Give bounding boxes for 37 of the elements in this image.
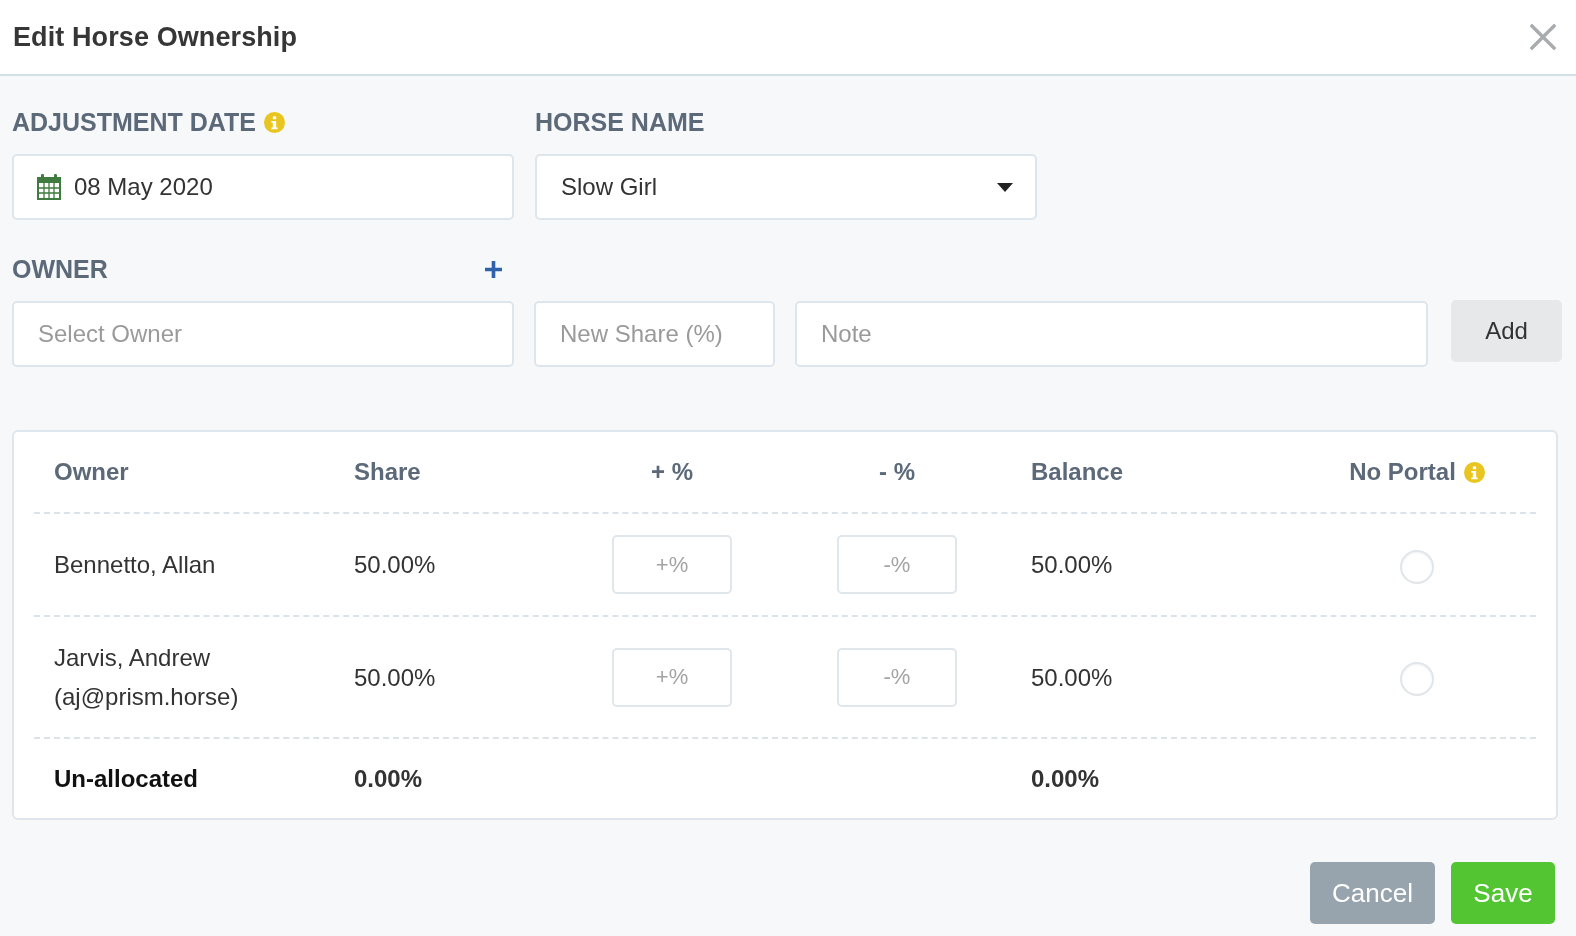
close-icon	[1530, 24, 1556, 50]
column-header: No Portal	[1349, 458, 1456, 486]
field-label: OWNER	[12, 254, 108, 284]
close-button[interactable]	[1530, 24, 1556, 50]
total-label: Un-allocated	[54, 764, 199, 794]
plus-icon	[485, 260, 502, 278]
decrease-input[interactable]: -%	[837, 647, 957, 707]
field-label: ADJUSTMENT DATE	[12, 107, 256, 137]
horse-name-select[interactable]: Slow Girl	[535, 154, 1037, 220]
column-header: Share	[354, 458, 421, 486]
share-input[interactable]: New Share (%)	[534, 301, 775, 367]
increase-input[interactable]: +%	[612, 647, 732, 707]
radio-button[interactable]	[1400, 549, 1434, 584]
share-value: 50.00%	[354, 550, 436, 580]
decrease-input[interactable]: -%	[837, 535, 957, 594]
total-share: 0.00%	[354, 764, 423, 794]
note-input[interactable]: Note	[795, 301, 1428, 367]
column-header: Balance	[1031, 458, 1124, 486]
column-header: - %	[879, 458, 915, 486]
radio-button[interactable]	[1400, 662, 1434, 696]
date-field[interactable]: 08 May 2020	[12, 154, 514, 220]
column-header: Owner	[54, 458, 129, 486]
balance-value: 50.00%	[1031, 662, 1113, 693]
add-button[interactable]: Add	[1451, 300, 1562, 362]
calendar-icon	[36, 173, 62, 201]
caret-icon	[997, 182, 1013, 192]
owner-select-field[interactable]: Select Owner	[12, 301, 514, 367]
increase-input[interactable]: +%	[612, 535, 732, 594]
share-value: 50.00%	[354, 662, 436, 693]
balance-value: 50.00%	[1031, 550, 1113, 580]
dialog-title: Edit Horse Ownership	[13, 21, 298, 53]
field-label: HORSE NAME	[535, 107, 705, 137]
total-balance: 0.00%	[1031, 764, 1100, 794]
owner-name: Jarvis, Andrew (aj@prism.horse)	[54, 643, 240, 712]
owner-name: Bennetto, Allan	[54, 550, 216, 580]
column-header: + %	[651, 458, 693, 486]
add-owner-button[interactable]	[485, 260, 502, 278]
